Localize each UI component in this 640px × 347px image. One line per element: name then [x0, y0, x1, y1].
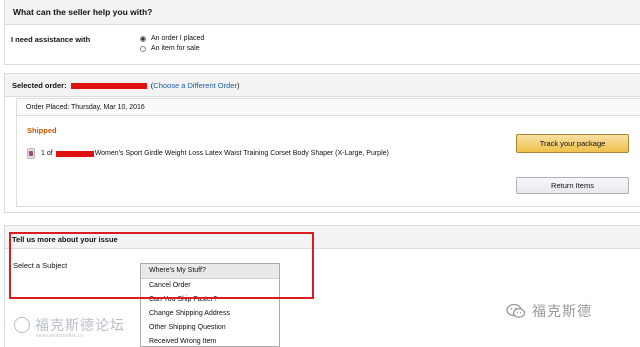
wechat-icon [506, 303, 526, 318]
selected-order-header: Selected order: (Choose a Different Orde… [5, 74, 640, 97]
item-quantity: 1 of [41, 150, 53, 157]
radio-order-placed-label: An order I placed [151, 35, 205, 42]
seller-help-title: What can the seller help you with? [5, 0, 640, 25]
forum-watermark: 福克斯德论坛 www.amazonfox.cn [14, 315, 125, 339]
order-item-row: 1 of Women's Sport Girdle Weight Loss La… [27, 148, 389, 159]
wechat-watermark: 福克斯德 [506, 301, 592, 321]
subject-option[interactable]: Other Shipping Question [141, 321, 279, 335]
annotation-highlight-box [9, 232, 314, 299]
radio-unselected-icon[interactable] [140, 45, 146, 52]
return-items-button[interactable]: Return Items [516, 177, 629, 194]
radio-item-for-sale[interactable]: An item for sale [140, 45, 200, 52]
radio-order-placed[interactable]: An order I placed [140, 35, 204, 42]
seller-help-panel: What can the seller help you with? [4, 0, 640, 65]
shipment-status: Shipped [27, 126, 57, 135]
redacted-brand [55, 150, 94, 157]
selected-order-label: Selected order: [12, 81, 67, 90]
forum-watermark-text: 福克斯德论坛 [35, 317, 125, 333]
product-thumbnail[interactable] [27, 148, 35, 159]
subject-option[interactable]: Change Shipping Address [141, 307, 279, 321]
forum-watermark-url: www.amazonfox.cn [36, 333, 84, 339]
choose-different-order-link[interactable]: Choose a Different Order [153, 81, 237, 90]
forum-logo-icon [14, 317, 30, 333]
assist-label: I need assistance with [11, 35, 91, 44]
order-placed-date: Order Placed: Thursday, Mar 10, 2016 [17, 99, 640, 116]
item-title[interactable]: Women's Sport Girdle Weight Loss Latex W… [95, 150, 389, 157]
track-package-button[interactable]: Track your package [516, 134, 629, 153]
radio-selected-icon[interactable] [140, 35, 146, 42]
contact-seller-page: What can the seller help you with? I nee… [0, 0, 640, 347]
redacted-order-number [70, 83, 147, 90]
radio-item-for-sale-label: An item for sale [151, 45, 200, 52]
wechat-watermark-text: 福克斯德 [532, 303, 592, 319]
subject-option[interactable]: Received Wrong Item [141, 335, 279, 347]
